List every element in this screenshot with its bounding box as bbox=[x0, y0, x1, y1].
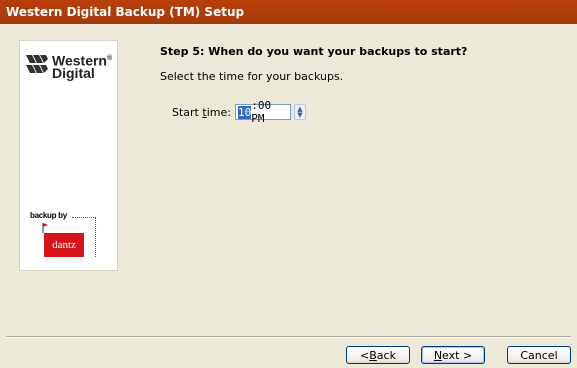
western-digital-logo: Western® Digital bbox=[26, 53, 113, 80]
step-instruction: Select the time for your backups. bbox=[160, 70, 344, 83]
start-time-rest[interactable]: :00 PM bbox=[251, 99, 290, 125]
branding-panel: Western® Digital backup by dantz bbox=[19, 40, 118, 271]
window-titlebar[interactable]: Western Digital Backup (TM) Setup bbox=[0, 0, 577, 24]
start-time-hour[interactable]: 10 bbox=[237, 105, 252, 119]
next-button[interactable]: Next > bbox=[421, 346, 485, 364]
dantz-label: dantz bbox=[52, 239, 76, 251]
dantz-flag-icon bbox=[42, 223, 48, 233]
next-button-accel: N bbox=[433, 348, 443, 362]
dantz-badge: dantz bbox=[44, 233, 84, 257]
back-button-accel: B bbox=[369, 348, 377, 362]
step-title: Step 5: When do you want your backups to… bbox=[160, 45, 468, 58]
backupby-dotted-vline bbox=[95, 217, 96, 257]
backupby-label: backup by bbox=[30, 211, 67, 220]
back-button-pre: < bbox=[360, 348, 370, 362]
start-time-label-post: ime: bbox=[206, 105, 231, 119]
start-time-input[interactable]: 10:00 PM bbox=[234, 99, 291, 125]
cancel-button[interactable]: Cancel bbox=[507, 346, 571, 364]
backupby-dotted-line bbox=[72, 217, 96, 218]
start-time-spinner[interactable]: ▲ ▼ bbox=[293, 104, 306, 120]
next-button-post: ext > bbox=[442, 348, 473, 362]
wd-logo-registered: ® bbox=[106, 55, 113, 62]
start-time-label-pre: Start bbox=[172, 105, 203, 119]
back-button-post: ack bbox=[376, 348, 396, 362]
western-digital-mark-icon bbox=[26, 55, 48, 73]
start-time-row: Start time: 10:00 PM ▲ ▼ bbox=[172, 99, 306, 125]
cancel-button-label: Cancel bbox=[520, 348, 558, 362]
backup-by-dantz-logo: backup by dantz bbox=[30, 211, 96, 259]
window-title: Western Digital Backup (TM) Setup bbox=[6, 5, 245, 19]
spin-down-icon[interactable]: ▼ bbox=[297, 112, 302, 119]
back-button[interactable]: < Back bbox=[346, 346, 410, 364]
start-time-label: Start time: bbox=[172, 106, 231, 119]
footer-separator bbox=[6, 336, 571, 338]
